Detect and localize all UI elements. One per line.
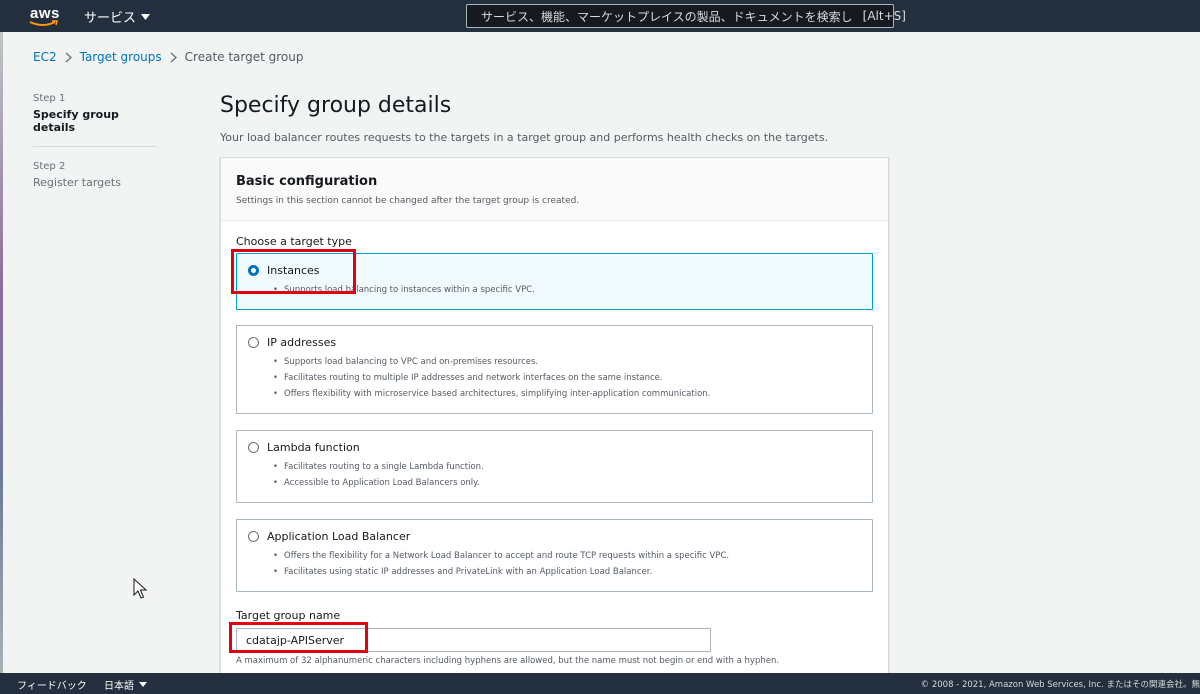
basic-configuration-panel: Basic configuration Settings in this sec… [220, 157, 889, 687]
wizard-steps: Step 1 Specify group details Step 2 Regi… [33, 93, 157, 189]
list-item: Facilitates routing to multiple IP addre… [273, 370, 710, 386]
top-navigation: aws サービス サービス、機能、マーケットプレイスの製品、ドキュメントを検索し… [0, 0, 1200, 32]
radio-ip-addresses[interactable] [248, 337, 259, 348]
breadcrumb: EC2 Target groups Create target group [33, 50, 304, 64]
page-title: Specify group details [220, 93, 452, 118]
tile-bullets: Supports load balancing to instances wit… [273, 282, 535, 298]
tile-bullets: Supports load balancing to VPC and on-pr… [273, 354, 710, 402]
chevron-right-icon [65, 52, 72, 62]
global-search-input[interactable]: サービス、機能、マーケットプレイスの製品、ドキュメントを検索し [Alt+S] [466, 4, 906, 28]
radio-instances[interactable] [248, 265, 259, 276]
target-type-instances-tile[interactable]: Instances Supports load balancing to ins… [236, 253, 873, 310]
panel-header: Basic configuration Settings in this sec… [221, 158, 888, 221]
tile-label: Instances [267, 264, 320, 277]
target-type-alb-tile[interactable]: Application Load Balancer Offers the fle… [236, 519, 873, 592]
list-item: Supports load balancing to instances wit… [273, 282, 535, 298]
breadcrumb-current: Create target group [184, 50, 304, 64]
tile-head: IP addresses [248, 336, 336, 349]
language-selector[interactable]: 日本語 [104, 677, 147, 692]
language-label: 日本語 [104, 681, 134, 692]
step-divider [33, 146, 157, 147]
target-group-name-label: Target group name [236, 609, 341, 622]
services-label: サービス [84, 11, 137, 26]
caret-down-icon [139, 682, 147, 687]
search-placeholder: サービス、機能、マーケットプレイスの製品、ドキュメントを検索し [481, 9, 853, 24]
target-type-lambda-tile[interactable]: Lambda function Facilitates routing to a… [236, 430, 873, 503]
tile-head: Instances [248, 264, 320, 277]
step-2-number: Step 2 [33, 161, 66, 172]
chevron-right-icon [170, 52, 177, 62]
list-item: Offers the flexibility for a Network Loa… [273, 548, 729, 564]
tile-bullets: Facilitates routing to a single Lambda f… [273, 459, 484, 491]
page-description: Your load balancer routes requests to th… [220, 131, 829, 144]
target-type-label: Choose a target type [236, 235, 352, 248]
list-item: Offers flexibility with microservice bas… [273, 386, 710, 402]
aws-smile-icon [29, 20, 59, 26]
step-2-title: Register targets [33, 176, 121, 189]
target-type-ip-addresses-tile[interactable]: IP addresses Supports load balancing to … [236, 325, 873, 414]
radio-alb[interactable] [248, 531, 259, 542]
panel-title: Basic configuration [236, 174, 378, 189]
tile-bullets: Offers the flexibility for a Network Loa… [273, 548, 729, 580]
tile-label: IP addresses [267, 336, 337, 349]
services-menu-button[interactable]: サービス [84, 7, 151, 26]
target-group-name-input[interactable] [236, 628, 711, 652]
tile-head: Application Load Balancer [248, 530, 410, 543]
aws-logo[interactable]: aws [28, 4, 62, 28]
search-shortcut: [Alt+S] [862, 9, 906, 23]
copyright-text: © 2008 - 2021, Amazon Web Services, Inc.… [920, 680, 1200, 690]
step-1-title[interactable]: Specify group details [33, 108, 157, 134]
list-item: Facilitates using static IP addresses an… [273, 564, 729, 580]
feedback-link[interactable]: フィードバック [17, 677, 87, 692]
console-footer: フィードバック 日本語 © 2008 - 2021, Amazon Web Se… [0, 673, 1200, 694]
caret-down-icon [141, 13, 151, 20]
radio-lambda[interactable] [248, 442, 259, 453]
breadcrumb-target-groups[interactable]: Target groups [80, 50, 162, 64]
mouse-cursor-icon [133, 578, 148, 599]
window-edge [0, 32, 3, 673]
tile-label: Lambda function [267, 441, 360, 454]
step-1-number: Step 1 [33, 93, 66, 104]
list-item: Facilitates routing to a single Lambda f… [273, 459, 484, 475]
breadcrumb-ec2[interactable]: EC2 [33, 50, 57, 64]
tile-label: Application Load Balancer [267, 530, 411, 543]
panel-subtitle: Settings in this section cannot be chang… [236, 196, 580, 206]
list-item: Supports load balancing to VPC and on-pr… [273, 354, 710, 370]
target-group-name-hint: A maximum of 32 alphanumeric characters … [236, 656, 780, 666]
list-item: Accessible to Application Load Balancers… [273, 475, 484, 491]
tile-head: Lambda function [248, 441, 360, 454]
